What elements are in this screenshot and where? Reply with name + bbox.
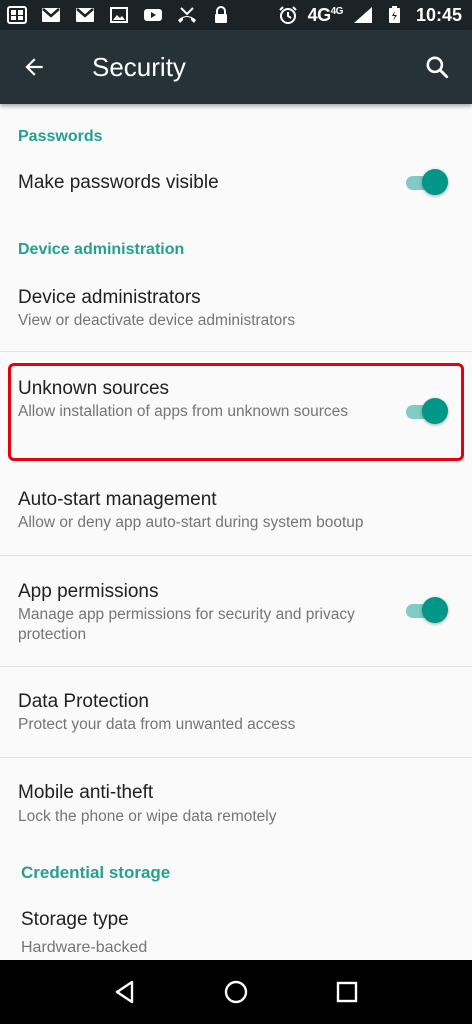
search-button[interactable] xyxy=(402,30,472,104)
divider xyxy=(0,351,472,352)
settings-list: Passwords Make passwords visible Device … xyxy=(0,104,472,960)
pref-auto-start-management[interactable]: Auto-start management Allow or deny app … xyxy=(0,474,472,554)
pref-title: Make passwords visible xyxy=(18,172,219,193)
search-icon xyxy=(426,56,449,79)
pref-data-protection[interactable]: Data Protection Protect your data from u… xyxy=(0,677,472,757)
battery-icon xyxy=(383,5,405,25)
pref-summary: Allow installation of apps from unknown … xyxy=(18,403,348,420)
gmail-icon xyxy=(74,5,96,25)
nav-recents-button[interactable] xyxy=(327,972,367,1012)
home-circle-icon xyxy=(224,980,248,1004)
app-bar: Security xyxy=(0,30,472,104)
navigation-bar xyxy=(0,960,472,1024)
pref-summary: Hardware-backed xyxy=(21,939,148,956)
back-button[interactable] xyxy=(0,30,68,104)
pref-title: Mobile anti-theft xyxy=(18,782,154,803)
status-bar: 4G4G 10:45 xyxy=(0,0,472,30)
pref-mobile-anti-theft[interactable]: Mobile anti-theft Lock the phone or wipe… xyxy=(0,768,472,848)
pref-summary: Manage app permissions for security and … xyxy=(18,606,355,643)
unknown-sources-switch[interactable] xyxy=(404,397,448,425)
section-header-device-administration: Device administration xyxy=(18,241,185,258)
pref-title: Unknown sources xyxy=(18,378,170,399)
image-icon xyxy=(108,5,130,25)
make-passwords-visible-switch[interactable] xyxy=(404,168,448,196)
signal-icon xyxy=(352,5,374,25)
pref-title: App permissions xyxy=(18,581,159,602)
pref-title: Storage type xyxy=(21,909,129,930)
notification-icons xyxy=(6,5,232,25)
photo-grid-icon xyxy=(6,5,28,25)
gmail-icon xyxy=(40,5,62,25)
alarm-icon xyxy=(277,5,299,25)
pref-summary: Lock the phone or wipe data remotely xyxy=(18,808,277,825)
network-type-label: 4G4G xyxy=(307,4,344,25)
nav-back-button[interactable] xyxy=(105,972,145,1012)
pref-unknown-sources[interactable]: Unknown sources Allow installation of ap… xyxy=(0,362,472,462)
pref-make-passwords-visible[interactable]: Make passwords visible xyxy=(0,154,472,212)
missed-call-icon xyxy=(176,5,198,25)
youtube-icon xyxy=(142,5,164,25)
pref-device-administrators[interactable]: Device administrators View or deactivate… xyxy=(0,270,472,350)
pref-summary: View or deactivate device administrators xyxy=(18,312,296,329)
pref-summary: Protect your data from unwanted access xyxy=(18,716,296,733)
pref-title: Auto-start management xyxy=(18,489,217,510)
divider xyxy=(0,666,472,667)
lock-icon xyxy=(210,5,232,25)
system-icons: 4G4G 10:45 xyxy=(277,5,462,26)
back-triangle-icon xyxy=(116,980,134,1004)
clock: 10:45 xyxy=(415,4,462,25)
section-header-credential-storage: Credential storage xyxy=(21,863,171,882)
section-header-passwords: Passwords xyxy=(18,128,103,145)
pref-summary: Allow or deny app auto-start during syst… xyxy=(18,514,364,531)
pref-app-permissions[interactable]: App permissions Manage app permissions f… xyxy=(0,566,472,666)
pref-title: Device administrators xyxy=(18,287,201,308)
divider xyxy=(0,555,472,556)
divider xyxy=(0,757,472,758)
nav-home-button[interactable] xyxy=(216,972,256,1012)
app-permissions-switch[interactable] xyxy=(404,596,448,624)
pref-title: Data Protection xyxy=(18,691,149,712)
page-title: Security xyxy=(92,51,186,82)
arrow-left-icon xyxy=(25,58,43,76)
recents-square-icon xyxy=(336,981,357,1003)
pref-storage-type[interactable]: Storage type Hardware-backed xyxy=(0,894,472,960)
